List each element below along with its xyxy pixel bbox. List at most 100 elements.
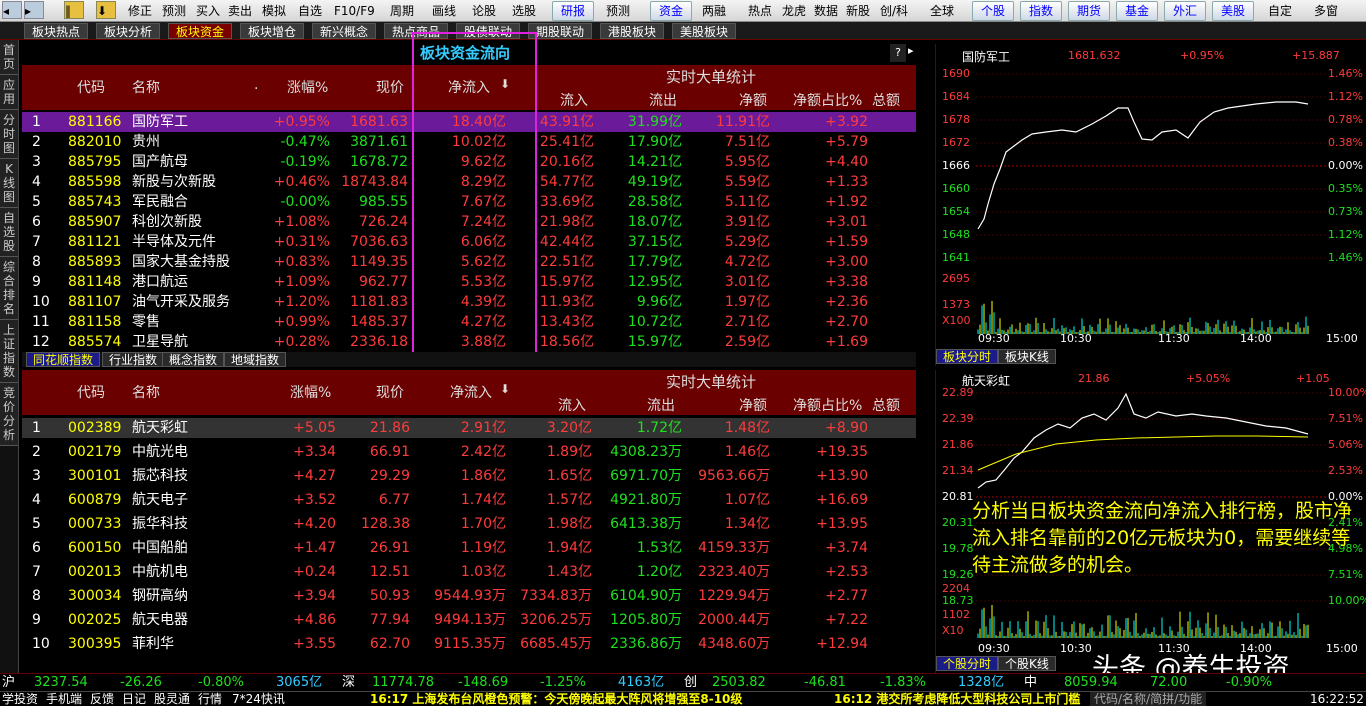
back-icon[interactable]: ◂ (2, 1, 22, 19)
row-name[interactable]: 航天电子 (132, 490, 188, 510)
funds-button[interactable]: 资金 (650, 1, 692, 21)
ticker-link[interactable]: 反馈 (90, 692, 114, 706)
news-item[interactable]: 16:12 港交所考虑降低大型科技公司上市门槛 (834, 692, 1080, 706)
sector-price-line[interactable] (936, 44, 1366, 366)
toolbar-item[interactable]: 修正 (128, 2, 152, 20)
index-button[interactable]: 指数 (1020, 1, 1062, 21)
news-item[interactable]: 16:17 上海发布台风橙色预警：今天傍晚起最大阵风将增强至8-10级 (370, 692, 742, 706)
row-name[interactable]: 钢研高纳 (132, 586, 188, 606)
us-stock-button[interactable]: 美股 (1212, 1, 1254, 21)
tab-us-sectors[interactable]: 美股板块 (672, 23, 736, 39)
table-row[interactable]: 9 002025 航天电器 +4.86 77.94 9494.13万 3206.25万 120… (22, 610, 916, 630)
col-name[interactable]: 名称 (132, 77, 160, 97)
toolbar-item[interactable]: 卖出 (228, 2, 252, 20)
toolbar-item[interactable]: 预测 (162, 2, 186, 20)
ticker-link[interactable]: 7*24快讯 (232, 692, 285, 706)
ticker-link[interactable]: 股灵通 (154, 692, 190, 706)
toolbar-item[interactable]: 预测 (606, 2, 630, 20)
tab-sector-funds[interactable]: 板块资金 (168, 23, 232, 39)
toolbar-item[interactable]: 画线 (432, 2, 456, 20)
tab-new-concepts[interactable]: 新兴概念 (312, 23, 376, 39)
expand-icon[interactable]: ▸ (908, 44, 918, 62)
toolbar-item[interactable]: 热点 (748, 2, 772, 20)
sidebar-item-apps[interactable]: 应用 (0, 75, 18, 110)
toolbar-item[interactable]: 选股 (512, 2, 536, 20)
row-name[interactable]: 港口航运 (132, 272, 188, 292)
tab-stock-timeshare[interactable]: 个股分时 (936, 656, 998, 671)
row-name[interactable]: 卫星导航 (132, 332, 188, 352)
col-outflow[interactable]: 流出 (649, 90, 677, 110)
toolbar-item[interactable]: F10/F9 (334, 2, 375, 20)
col-outflow[interactable]: 流出 (647, 395, 675, 415)
col-code[interactable]: 代码 (77, 77, 105, 97)
toolbar-item[interactable]: 创/科 (880, 2, 908, 20)
col-net-amount[interactable]: 净额 (739, 90, 767, 110)
col-code[interactable]: 代码 (77, 382, 105, 402)
col-total[interactable]: 总额 (872, 90, 900, 110)
row-name[interactable]: 菲利华 (132, 634, 174, 654)
toolbar-item[interactable]: 两融 (702, 2, 726, 20)
sidebar-item-watchlist[interactable]: 自选股 (0, 208, 18, 257)
table-row[interactable]: 7 002013 中航机电 +0.24 12.51 1.03亿 1.43亿 1.20亿 2323… (22, 562, 916, 582)
toolbar-item[interactable]: 龙虎 (782, 2, 806, 20)
row-name[interactable]: 中航机电 (132, 562, 188, 582)
row-name[interactable]: 贵州 (132, 132, 160, 152)
row-name[interactable]: 航天彩虹 (132, 418, 188, 438)
tab-stock-kline[interactable]: 个股K线 (998, 656, 1056, 671)
subtab-concept[interactable]: 概念指数 (162, 352, 224, 367)
row-name[interactable]: 国防军工 (132, 112, 188, 132)
row-name[interactable]: 油气开采及服务 (132, 292, 230, 312)
row-name[interactable]: 半导体及元件 (132, 232, 216, 252)
zh-index[interactable]: 8059.94 (1064, 674, 1118, 692)
search-input[interactable]: 代码/名称/简拼/功能 (1090, 692, 1206, 706)
table-row[interactable]: 2 002179 中航光电 +3.34 66.91 2.42亿 1.89亿 4308.23万 1… (22, 442, 916, 462)
forward-icon[interactable]: ▸ (24, 1, 44, 19)
sidebar-item-home[interactable]: 首页 (0, 40, 18, 75)
subtab-region[interactable]: 地域指数 (224, 352, 286, 367)
toolbar-item[interactable]: 买入 (196, 2, 220, 20)
ticker-link[interactable]: 日记 (122, 692, 146, 706)
tab-hk-sectors[interactable]: 港股板块 (600, 23, 664, 39)
table-row[interactable]: 3 300101 振芯科技 +4.27 29.29 1.86亿 1.65亿 6971.70万 9… (22, 466, 916, 486)
subtab-ths-index[interactable]: 同花顺指数 (26, 352, 100, 367)
col-price[interactable]: 现价 (376, 382, 404, 402)
row-name[interactable]: 中航光电 (132, 442, 188, 462)
col-dot[interactable]: . (254, 77, 258, 93)
toolbar-item[interactable]: 自选 (298, 2, 322, 20)
row-name[interactable]: 国家大基金持股 (132, 252, 230, 272)
table-row[interactable]: 5 000733 振华科技 +4.20 128.38 1.70亿 1.98亿 6413.38万… (22, 514, 916, 534)
table-row[interactable]: 1 002389 航天彩虹 +5.05 21.86 2.91亿 3.20亿 1.72亿 1.48… (22, 418, 916, 438)
stock-button[interactable]: 个股 (972, 1, 1014, 21)
col-inflow[interactable]: 流入 (558, 395, 586, 415)
sidebar-item-auction[interactable]: 竞价分析 (0, 383, 18, 446)
sidebar-item-sh-index[interactable]: 上证指数 (0, 320, 18, 383)
col-net-inflow[interactable]: 净流入 (450, 382, 492, 402)
tab-sector-analysis[interactable]: 板块分析 (96, 23, 160, 39)
pause-icon[interactable]: ‖ (64, 1, 84, 19)
toolbar-item[interactable]: 全球 (930, 2, 954, 20)
toolbar-item[interactable]: 论股 (472, 2, 496, 20)
row-name[interactable]: 科创次新股 (132, 212, 202, 232)
row-name[interactable]: 振华科技 (132, 514, 188, 534)
col-net-ratio[interactable]: 净额占比% (793, 395, 862, 415)
ticker-link[interactable]: 行情 (198, 692, 222, 706)
sort-down-icon[interactable]: ⬇ (500, 382, 510, 396)
futures-button[interactable]: 期货 (1068, 1, 1110, 21)
col-change[interactable]: 涨幅% (287, 77, 328, 97)
sz-index[interactable]: 11774.78 (372, 674, 434, 692)
tab-futures-stock[interactable]: 期股联动 (528, 23, 592, 39)
row-name[interactable]: 零售 (132, 312, 160, 332)
tab-sector-timeshare[interactable]: 板块分时 (936, 349, 998, 364)
col-inflow[interactable]: 流入 (560, 90, 588, 110)
toolbar-item[interactable]: 多窗 (1314, 2, 1338, 20)
col-name[interactable]: 名称 (132, 382, 160, 402)
toolbar-item[interactable]: 自定 (1268, 2, 1292, 20)
research-button[interactable]: 研报 (552, 1, 594, 21)
tab-hot-sectors[interactable]: 板块热点 (24, 23, 88, 39)
table-row[interactable]: 4 600879 航天电子 +3.52 6.77 1.74亿 1.57亿 4921.80万 1.… (22, 490, 916, 510)
tab-sector-increase[interactable]: 板块增仓 (240, 23, 304, 39)
col-net-amount[interactable]: 净额 (739, 395, 767, 415)
ticker-link[interactable]: 学投资 (2, 692, 38, 706)
row-name[interactable]: 振芯科技 (132, 466, 188, 486)
fund-button[interactable]: 基金 (1116, 1, 1158, 21)
